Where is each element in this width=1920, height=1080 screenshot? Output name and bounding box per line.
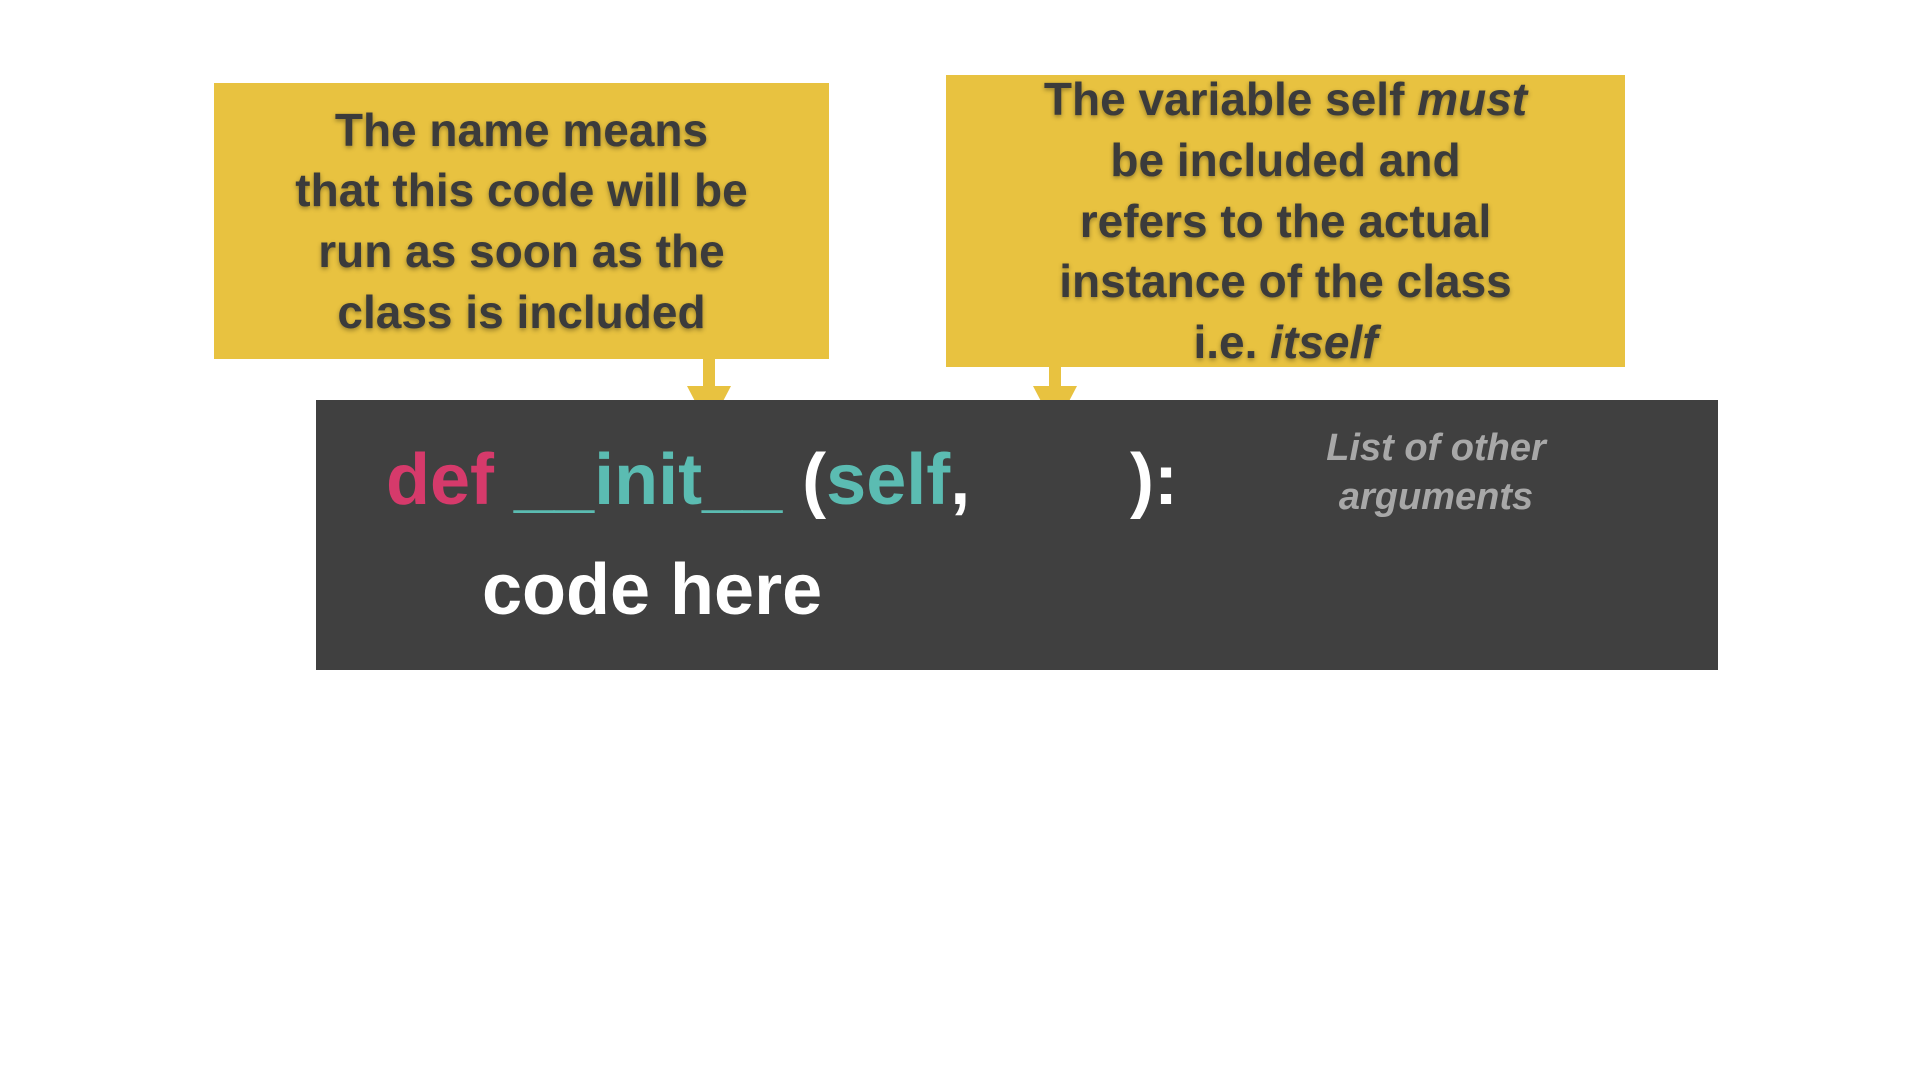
callout-right-emphasis-must: must bbox=[1417, 73, 1528, 126]
init-method-name: __init__ bbox=[514, 440, 783, 520]
callout-right-line-2: be included and bbox=[1110, 133, 1461, 186]
callout-right-emphasis-itself: itself bbox=[1270, 316, 1378, 369]
callout-right-line-5-text: i.e. bbox=[1193, 316, 1271, 369]
other-arguments-note: List of other arguments bbox=[1246, 424, 1626, 521]
args-note-line-2: arguments bbox=[1338, 475, 1534, 518]
callout-right-line-3: refers to the actual bbox=[1079, 194, 1492, 247]
callout-left-line-3: run as soon as the bbox=[318, 225, 725, 277]
close-paren-colon: ): bbox=[1130, 440, 1178, 520]
callout-right-line-4: instance of the class bbox=[1059, 255, 1512, 308]
callout-left-line-2: that this code will be bbox=[295, 164, 748, 217]
code-signature-line: def __init__ (self, bbox=[386, 444, 970, 516]
open-paren: ( bbox=[802, 440, 827, 520]
init-name-callout: The name means that this code will be ru… bbox=[214, 83, 829, 359]
callout-right-line-5: i.e. itself bbox=[1193, 312, 1377, 373]
slide: The name means that this code will be ru… bbox=[0, 0, 1920, 1080]
callout-left-line-1: The name means bbox=[334, 103, 709, 156]
callout-right-line-1-text: The variable self bbox=[1043, 73, 1418, 126]
code-body-line: code here bbox=[482, 550, 823, 630]
code-block: def __init__ (self, ): List of other arg… bbox=[316, 400, 1718, 670]
args-note-line-1: List of other bbox=[1326, 427, 1546, 469]
callout-right-line-1: The variable self must bbox=[1044, 69, 1527, 130]
comma: , bbox=[950, 440, 971, 520]
self-parameter: self bbox=[826, 440, 951, 520]
callout-left-line-4: class is included bbox=[337, 285, 706, 338]
self-variable-callout: The variable self must be included and r… bbox=[946, 73, 1625, 368]
def-keyword: def bbox=[386, 440, 494, 520]
